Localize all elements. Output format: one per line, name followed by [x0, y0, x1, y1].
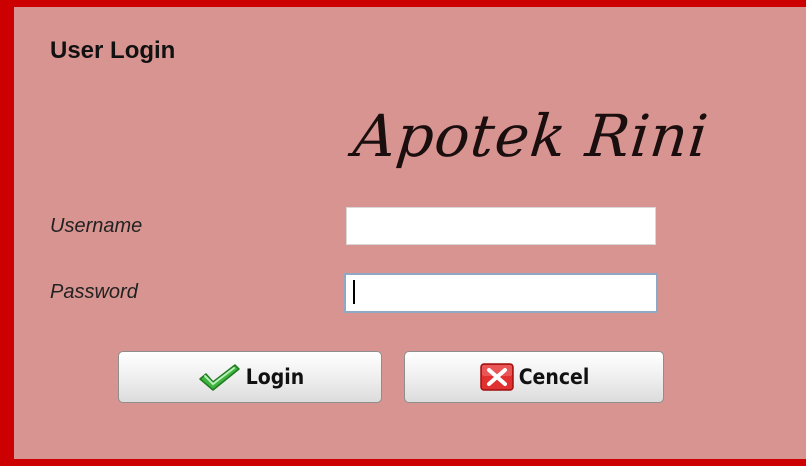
login-window: User Login Apotek Rini Username Password…	[0, 0, 806, 466]
login-button-label: Login	[245, 365, 305, 389]
cancel-button[interactable]: Cencel	[404, 351, 664, 403]
text-cursor	[353, 280, 355, 304]
cancel-button-label: Cencel	[518, 365, 590, 389]
username-field[interactable]	[346, 207, 656, 245]
checkmark-icon	[196, 362, 242, 392]
login-button[interactable]: Login	[118, 351, 382, 403]
brand-logo-text: Apotek Rini	[350, 102, 712, 170]
password-label: Password	[50, 281, 138, 303]
window-title: User Login	[50, 37, 176, 64]
username-label: Username	[50, 215, 143, 237]
password-field[interactable]	[344, 273, 658, 313]
close-x-icon	[479, 362, 515, 392]
